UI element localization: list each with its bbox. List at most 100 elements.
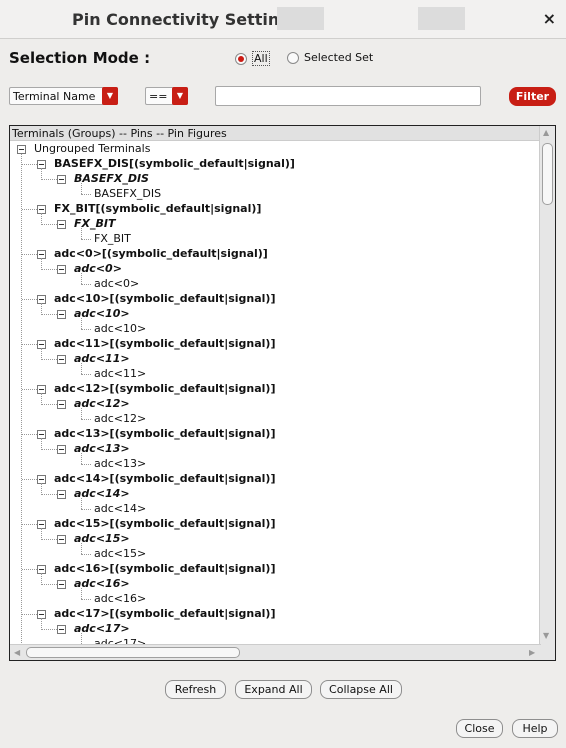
tree-connector xyxy=(42,269,57,270)
pin-figure-leaf[interactable]: BASEFX_DIS xyxy=(94,186,161,201)
tree-connector xyxy=(22,569,37,570)
radio-selected-set-label: Selected Set xyxy=(304,51,374,64)
collapse-toggle-icon[interactable] xyxy=(57,625,66,634)
tree-connector xyxy=(81,374,91,375)
pin-node[interactable]: adc<15> xyxy=(74,531,130,546)
tree-connector xyxy=(42,584,57,585)
pin-figure-leaf[interactable]: adc<11> xyxy=(94,366,146,381)
terminal-group-node[interactable]: BASEFX_DIS[(symbolic_default|signal)] xyxy=(54,156,295,171)
tree-connector xyxy=(22,344,37,345)
terminal-group-node[interactable]: adc<14>[(symbolic_default|signal)] xyxy=(54,471,275,486)
pin-node[interactable]: adc<16> xyxy=(74,576,130,591)
terminal-group-node[interactable]: adc<13>[(symbolic_default|signal)] xyxy=(54,426,275,441)
dropdown-arrow-icon[interactable]: ▼ xyxy=(172,87,188,105)
terminal-group-node[interactable]: adc<10>[(symbolic_default|signal)] xyxy=(54,291,275,306)
tree-guide-line xyxy=(81,453,82,464)
scroll-right-icon[interactable]: ▶ xyxy=(529,648,535,657)
radio-selected-icon[interactable] xyxy=(235,52,247,65)
tree-connector xyxy=(81,509,91,510)
tree-connector xyxy=(81,419,91,420)
collapse-toggle-icon[interactable] xyxy=(57,445,66,454)
tree-connector xyxy=(22,299,37,300)
pin-figure-leaf[interactable]: adc<16> xyxy=(94,591,146,606)
terminal-group-node[interactable]: adc<15>[(symbolic_default|signal)] xyxy=(54,516,275,531)
help-button[interactable]: Help xyxy=(512,719,558,738)
vertical-scroll-thumb[interactable] xyxy=(542,143,553,205)
radio-all[interactable]: All xyxy=(235,51,270,66)
collapse-toggle-icon[interactable] xyxy=(57,580,66,589)
dropdown-arrow-icon[interactable]: ▼ xyxy=(102,87,118,105)
close-icon[interactable]: × xyxy=(543,9,556,28)
tree-guide-line xyxy=(81,273,82,284)
refresh-button[interactable]: Refresh xyxy=(165,680,226,699)
collapse-all-button[interactable]: Collapse All xyxy=(320,680,402,699)
expand-all-button[interactable]: Expand All xyxy=(235,680,312,699)
collapse-toggle-icon[interactable] xyxy=(57,490,66,499)
collapse-toggle-icon[interactable] xyxy=(57,265,66,274)
pin-node[interactable]: adc<14> xyxy=(74,486,130,501)
collapse-toggle-icon[interactable] xyxy=(57,175,66,184)
pin-node[interactable]: adc<11> xyxy=(74,351,130,366)
pin-node[interactable]: adc<13> xyxy=(74,441,130,456)
tree-connector xyxy=(22,209,37,210)
scroll-down-icon[interactable]: ▼ xyxy=(543,631,549,640)
collapse-toggle-icon[interactable] xyxy=(57,535,66,544)
pin-figure-leaf[interactable]: adc<0> xyxy=(94,276,139,291)
pin-node[interactable]: adc<10> xyxy=(74,306,130,321)
title-bar-blank-area xyxy=(277,7,324,30)
close-button[interactable]: Close xyxy=(456,719,503,738)
pin-figure-leaf[interactable]: FX_BIT xyxy=(94,231,131,246)
tree-guide-line xyxy=(81,363,82,374)
filter-field-dropdown[interactable]: Terminal Name ▼ xyxy=(9,87,118,105)
vertical-scrollbar[interactable]: ▲ ▼ xyxy=(539,126,555,645)
tree-connector xyxy=(22,614,37,615)
pin-figure-leaf[interactable]: adc<12> xyxy=(94,411,146,426)
pin-node[interactable]: adc<12> xyxy=(74,396,130,411)
tree-connector xyxy=(22,434,37,435)
radio-selected-set[interactable]: Selected Set xyxy=(287,51,373,64)
terminal-tree[interactable]: Terminals (Groups) -- Pins -- Pin Figure… xyxy=(9,125,556,661)
collapse-toggle-icon[interactable] xyxy=(57,355,66,364)
pin-figure-leaf[interactable]: adc<10> xyxy=(94,321,146,336)
tree-connector xyxy=(81,554,91,555)
horizontal-scroll-thumb[interactable] xyxy=(26,647,240,658)
pin-figure-leaf[interactable]: adc<13> xyxy=(94,456,146,471)
scroll-left-icon[interactable]: ◀ xyxy=(14,648,20,657)
collapse-toggle-icon[interactable] xyxy=(57,400,66,409)
title-bar-blank-area xyxy=(418,7,465,30)
radio-unselected-icon[interactable] xyxy=(287,51,299,64)
pin-node[interactable]: BASEFX_DIS xyxy=(74,171,149,186)
tree-connector xyxy=(42,449,57,450)
tree-root-label[interactable]: Ungrouped Terminals xyxy=(34,141,150,156)
horizontal-scrollbar[interactable]: ◀ ▶ xyxy=(10,644,541,660)
tree-connector xyxy=(22,389,37,390)
scroll-corner xyxy=(540,645,555,660)
tree-connector xyxy=(81,464,91,465)
filter-operator-value: == xyxy=(149,90,168,103)
tree-guide-line xyxy=(21,151,22,645)
tree-connector xyxy=(42,404,57,405)
terminal-group-node[interactable]: adc<16>[(symbolic_default|signal)] xyxy=(54,561,275,576)
pin-figure-leaf[interactable]: adc<14> xyxy=(94,501,146,516)
tree-connector xyxy=(42,629,57,630)
filter-text-input[interactable] xyxy=(215,86,481,106)
terminal-group-node[interactable]: adc<12>[(symbolic_default|signal)] xyxy=(54,381,275,396)
terminal-group-node[interactable]: adc<0>[(symbolic_default|signal)] xyxy=(54,246,268,261)
filter-button[interactable]: Filter xyxy=(509,87,556,106)
filter-field-value: Terminal Name xyxy=(13,90,96,103)
terminal-group-node[interactable]: FX_BIT[(symbolic_default|signal)] xyxy=(54,201,261,216)
terminal-group-node[interactable]: adc<17>[(symbolic_default|signal)] xyxy=(54,606,275,621)
pin-node[interactable]: adc<17> xyxy=(74,621,130,636)
collapse-toggle-icon[interactable] xyxy=(57,310,66,319)
terminal-group-node[interactable]: adc<11>[(symbolic_default|signal)] xyxy=(54,336,275,351)
tree-connector xyxy=(42,314,57,315)
pin-figure-leaf[interactable]: adc<15> xyxy=(94,546,146,561)
collapse-toggle-icon[interactable] xyxy=(17,145,26,154)
tree-connector xyxy=(22,479,37,480)
collapse-toggle-icon[interactable] xyxy=(57,220,66,229)
tree-connector xyxy=(42,359,57,360)
filter-operator-dropdown[interactable]: == ▼ xyxy=(145,87,188,105)
scroll-up-icon[interactable]: ▲ xyxy=(543,128,549,137)
tree-body[interactable]: Ungrouped Terminals BASEFX_DIS[(symbolic… xyxy=(10,141,541,645)
tree-connector xyxy=(81,239,91,240)
